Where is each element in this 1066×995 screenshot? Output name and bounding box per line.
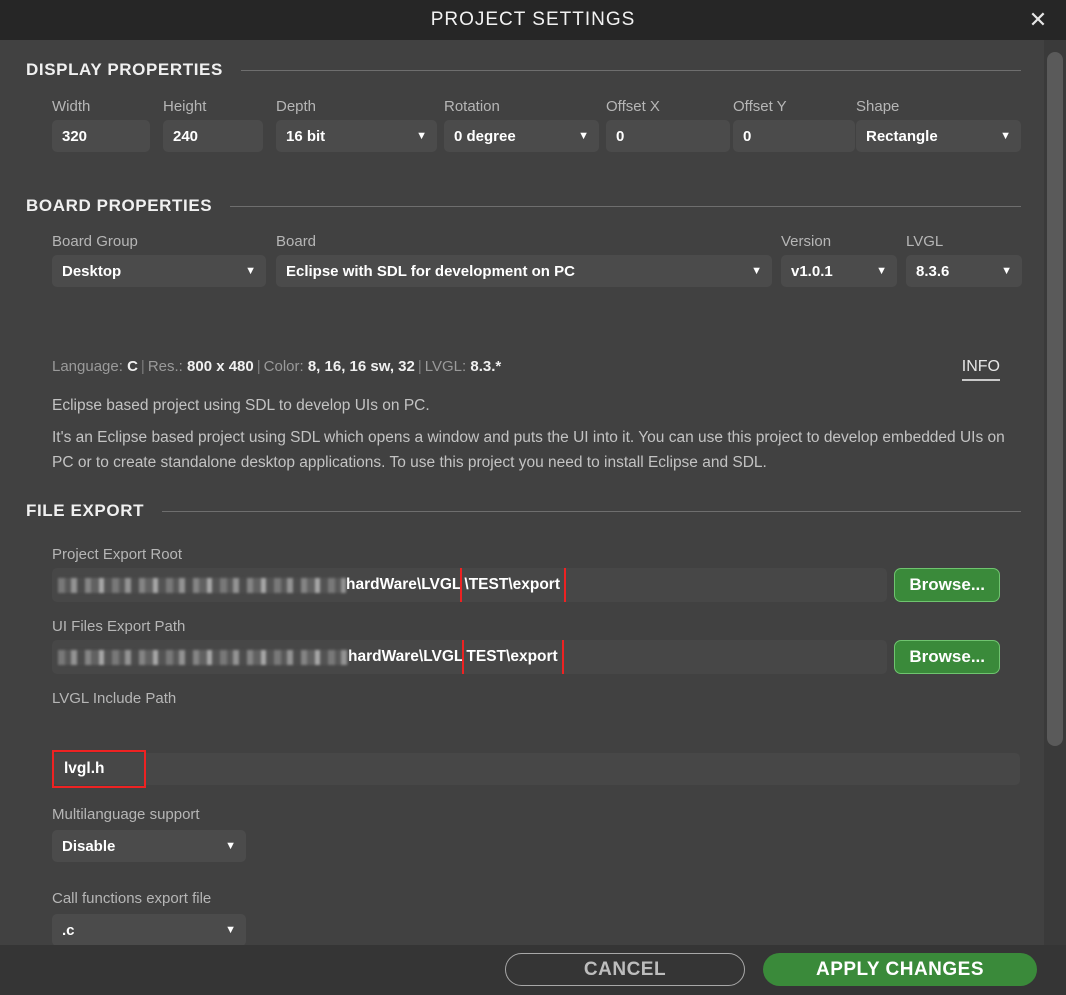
chevron-down-icon: ▼ — [225, 839, 236, 852]
chevron-down-icon: ▼ — [578, 129, 589, 142]
section-header-file-export: FILE EXPORT — [26, 501, 1021, 521]
info-separator: | — [417, 358, 422, 375]
apply-changes-button[interactable]: APPLY CHANGES — [763, 953, 1037, 986]
label-project-export-root: Project Export Root — [52, 546, 183, 563]
window-titlebar: PROJECT SETTINGS ✕ — [0, 0, 1066, 40]
select-rotation-value: 0 degree — [454, 127, 516, 145]
close-icon[interactable]: ✕ — [1018, 0, 1058, 40]
label-ui-files-export-path: UI Files Export Path — [52, 618, 186, 635]
input-project-export-root[interactable]: hardWare\LVGL \TEST\export — [52, 568, 887, 602]
chevron-down-icon: ▼ — [416, 129, 427, 142]
select-depth[interactable]: 16 bit ▼ — [276, 120, 437, 152]
chevron-down-icon: ▼ — [876, 264, 887, 277]
label-rotation: Rotation — [444, 98, 500, 115]
select-lvgl-value: 8.3.6 — [916, 262, 950, 280]
info-separator: | — [140, 358, 145, 375]
select-multilanguage-support-value: Disable — [62, 837, 116, 855]
browse-button-ui-files-export-path[interactable]: Browse... — [894, 640, 1000, 674]
select-depth-value: 16 bit — [286, 127, 326, 145]
section-header-board-properties: BOARD PROPERTIES — [26, 196, 1021, 216]
select-version-value: v1.0.1 — [791, 262, 833, 280]
input-height[interactable]: 240 — [163, 120, 263, 152]
select-board-value: Eclipse with SDL for development on PC — [286, 262, 575, 280]
section-divider-file-export — [162, 510, 1021, 512]
label-width: Width — [52, 98, 91, 115]
select-board-group-value: Desktop — [62, 262, 122, 280]
window-title: PROJECT SETTINGS — [430, 9, 636, 30]
section-title-board: BOARD PROPERTIES — [26, 196, 213, 215]
info-res-key: Res.: — [147, 358, 183, 375]
info-link[interactable]: INFO — [961, 358, 1000, 381]
label-board: Board — [276, 233, 317, 250]
project-export-root-highlighted-text: \TEST\export — [464, 576, 561, 593]
select-call-functions-export-file[interactable]: .c ▼ — [52, 914, 246, 945]
label-offset-x: Offset X — [606, 98, 660, 115]
info-res-value: 800 x 480 — [187, 358, 254, 375]
input-offset-x[interactable]: 0 — [606, 120, 730, 152]
select-lvgl[interactable]: 8.3.6 ▼ — [906, 255, 1022, 287]
info-lvgl-value: 8.3.* — [470, 358, 502, 375]
scrollbar-thumb[interactable] — [1047, 52, 1063, 746]
label-offset-y: Offset Y — [733, 98, 787, 115]
board-description-long: It's an Eclipse based project using SDL … — [52, 429, 1005, 471]
label-lvgl-include-path: LVGL Include Path — [52, 690, 177, 707]
board-description-short: Eclipse based project using SDL to devel… — [52, 397, 430, 414]
label-height: Height — [163, 98, 207, 115]
dialog-footer: CANCEL APPLY CHANGES — [0, 945, 1066, 995]
select-multilanguage-support[interactable]: Disable ▼ — [52, 830, 246, 862]
input-lvgl-include-path-bg[interactable] — [52, 753, 1020, 785]
label-call-functions-export-file: Call functions export file — [52, 890, 212, 907]
project-export-root-highlight: \TEST\export — [460, 568, 567, 602]
browse-button-project-export-root[interactable]: Browse... — [894, 568, 1000, 602]
input-lvgl-include-path[interactable]: lvgl.h — [52, 750, 146, 788]
chevron-down-icon: ▼ — [751, 264, 762, 277]
select-rotation[interactable]: 0 degree ▼ — [444, 120, 599, 152]
section-divider-display — [240, 69, 1021, 71]
redacted-path-prefix — [58, 649, 348, 665]
label-shape: Shape — [856, 98, 900, 115]
ui-files-export-path-highlighted-text: TEST\export — [466, 648, 558, 665]
settings-scroll-pane: DISPLAY PROPERTIES Width 320 Height 240 … — [0, 40, 1046, 945]
chevron-down-icon: ▼ — [245, 264, 256, 277]
ui-files-export-path-visible: hardWare\LVGL — [348, 648, 464, 665]
input-width[interactable]: 320 — [52, 120, 150, 152]
input-offset-y[interactable]: 0 — [733, 120, 855, 152]
section-title-file-export: FILE EXPORT — [26, 501, 145, 520]
label-board-group: Board Group — [52, 233, 138, 250]
section-divider-board — [230, 205, 1021, 207]
board-info-line: Language: C | Res.: 800 x 480 | Color: 8, 16… — [52, 358, 501, 375]
info-color-key: Color: — [263, 358, 304, 375]
info-color-value: 8, 16, 16 sw, 32 — [307, 358, 415, 375]
info-separator: | — [256, 358, 261, 375]
select-shape-value: Rectangle — [866, 127, 938, 145]
ui-files-export-path-highlight: TEST\export — [462, 640, 564, 674]
label-depth: Depth — [276, 98, 317, 115]
cancel-button[interactable]: CANCEL — [505, 953, 745, 986]
input-ui-files-export-path[interactable]: hardWare\LVGL TEST\export — [52, 640, 887, 674]
section-title-display: DISPLAY PROPERTIES — [26, 60, 223, 79]
label-lvgl: LVGL — [906, 233, 944, 250]
scrollbar-track[interactable] — [1044, 40, 1066, 945]
info-language-value: C — [127, 358, 138, 375]
select-board[interactable]: Eclipse with SDL for development on PC ▼ — [276, 255, 772, 287]
label-multilanguage-support: Multilanguage support — [52, 806, 200, 823]
select-board-group[interactable]: Desktop ▼ — [52, 255, 266, 287]
label-version: Version — [781, 233, 832, 250]
project-export-root-visible: hardWare\LVGL — [346, 576, 462, 593]
select-call-functions-export-file-value: .c — [62, 921, 75, 939]
section-header-display-properties: DISPLAY PROPERTIES — [26, 60, 1021, 80]
chevron-down-icon: ▼ — [225, 923, 236, 936]
info-lvgl-key: LVGL: — [424, 358, 467, 375]
select-shape[interactable]: Rectangle ▼ — [856, 120, 1021, 152]
chevron-down-icon: ▼ — [1000, 129, 1011, 142]
settings-content: DISPLAY PROPERTIES Width 320 Height 240 … — [0, 40, 1066, 945]
redacted-path-prefix — [58, 577, 346, 593]
chevron-down-icon: ▼ — [1001, 264, 1012, 277]
select-version[interactable]: v1.0.1 ▼ — [781, 255, 897, 287]
info-language-key: Language: — [52, 358, 123, 375]
